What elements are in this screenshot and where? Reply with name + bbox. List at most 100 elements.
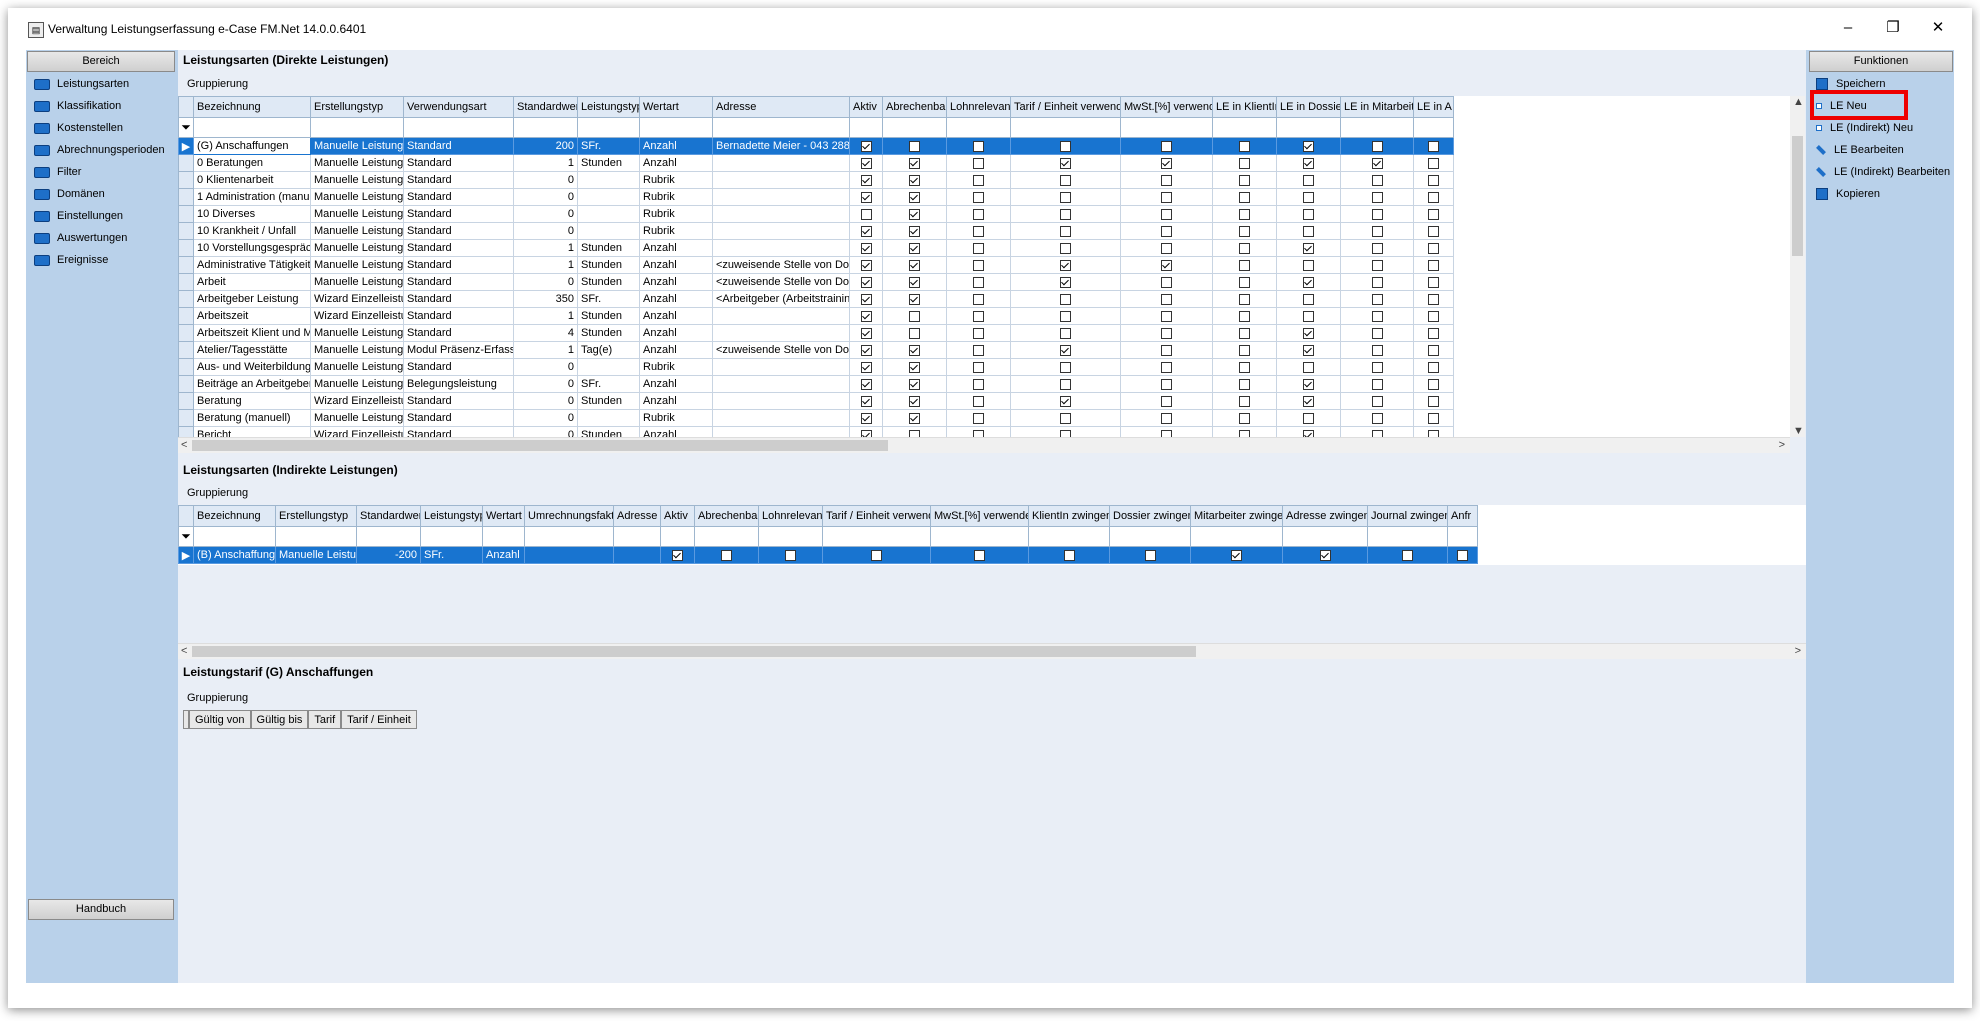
cell[interactable]: -200 (356, 546, 421, 564)
checkbox[interactable] (1371, 310, 1383, 322)
cell[interactable]: Arbeitszeit Klient und MA (193, 324, 311, 342)
checkbox[interactable] (973, 140, 984, 152)
checkbox-cell[interactable] (1212, 239, 1277, 257)
checkbox[interactable] (973, 361, 984, 373)
filter-cell[interactable] (660, 526, 695, 547)
checkbox-cell[interactable] (882, 307, 947, 325)
cell[interactable] (712, 409, 850, 427)
checkbox[interactable] (1428, 293, 1439, 305)
checkbox[interactable] (1060, 293, 1071, 305)
checkbox-cell[interactable] (1413, 324, 1454, 342)
column-header[interactable]: Bezeichnung (193, 96, 311, 118)
checkbox[interactable] (1161, 412, 1172, 424)
checkbox-cell[interactable] (1120, 137, 1213, 155)
cell[interactable]: Aus- und Weiterbildung (193, 358, 311, 376)
checkbox[interactable] (1303, 174, 1314, 186)
column-header[interactable]: Lohnrelevant (946, 96, 1011, 118)
checkbox-cell[interactable] (1340, 171, 1414, 189)
checkbox-cell[interactable] (1276, 375, 1341, 393)
checkbox[interactable] (909, 395, 920, 407)
cell[interactable]: Rubrik (639, 205, 713, 223)
checkbox-cell[interactable] (1413, 341, 1454, 359)
cell[interactable] (577, 409, 640, 427)
cell[interactable]: Stunden (577, 273, 640, 291)
cell[interactable]: Modul Präsenz-Erfassung (403, 341, 514, 359)
cell[interactable]: Tag(e) (577, 341, 640, 359)
checkbox[interactable] (860, 429, 872, 437)
checkbox-cell[interactable] (882, 171, 947, 189)
cell[interactable]: 0 (513, 171, 578, 189)
cell[interactable]: (G) Anschaffungen (193, 137, 311, 155)
column-header[interactable]: Aktiv (660, 505, 695, 527)
cell[interactable] (577, 171, 640, 189)
filter-cell[interactable] (193, 526, 276, 547)
cell[interactable] (712, 239, 850, 257)
checkbox-cell[interactable] (882, 375, 947, 393)
checkbox[interactable] (1161, 276, 1172, 288)
checkbox[interactable] (1428, 395, 1439, 407)
checkbox[interactable] (1239, 429, 1250, 437)
checkbox-cell[interactable] (1340, 358, 1414, 376)
checkbox-cell[interactable] (1276, 273, 1341, 291)
table-row[interactable]: 10 Diverses Manuelle Leistung Standard 0 Rub… (178, 205, 1454, 223)
checkbox[interactable] (1303, 310, 1314, 322)
checkbox[interactable] (1161, 157, 1172, 169)
cell[interactable]: SFr. (577, 375, 640, 393)
table-row[interactable]: Beiträge an Arbeitgeber Manuelle Leistung… (178, 375, 1454, 393)
checkbox-cell[interactable] (1340, 273, 1414, 291)
checkbox[interactable] (1161, 208, 1172, 220)
checkbox[interactable] (1239, 140, 1250, 152)
table-row[interactable]: BerichtWizard EinzelleistungStandard0Stu… (178, 426, 1454, 437)
checkbox-cell[interactable] (1276, 392, 1341, 410)
checkbox-cell[interactable] (1109, 546, 1191, 564)
filter-cell[interactable] (513, 117, 578, 138)
filter-cell[interactable] (1340, 117, 1414, 138)
cell[interactable]: Standard (403, 171, 514, 189)
cell[interactable]: Administrative Tätigkeiten (193, 256, 311, 274)
row-indicator[interactable] (178, 426, 194, 437)
cell[interactable]: Standard (403, 324, 514, 342)
handbuch-button[interactable]: Handbuch (28, 899, 174, 920)
checkbox[interactable] (1161, 191, 1172, 203)
checkbox[interactable] (860, 140, 872, 152)
cell[interactable]: 10 Krankheit / Unfall (193, 222, 311, 240)
cell[interactable]: 0 (513, 426, 578, 437)
checkbox-cell[interactable] (1276, 426, 1341, 437)
checkbox-cell[interactable] (849, 341, 883, 359)
filter-cell[interactable] (420, 526, 483, 547)
checkbox[interactable] (1303, 225, 1314, 237)
checkbox-cell[interactable] (1120, 256, 1213, 274)
cell[interactable]: 0 (513, 222, 578, 240)
checkbox[interactable] (1303, 327, 1314, 339)
cell[interactable]: Standard (403, 222, 514, 240)
cell[interactable] (577, 188, 640, 206)
checkbox-cell[interactable] (1120, 341, 1213, 359)
checkbox[interactable] (860, 157, 872, 169)
column-header[interactable]: LE in KlientIn (1212, 96, 1277, 118)
cell[interactable] (712, 392, 850, 410)
column-header[interactable]: Adresse zwingend (1282, 505, 1368, 527)
cell[interactable]: <zuweisende Stelle von Dossier> (712, 256, 850, 274)
cell[interactable]: Manuelle Leistung (310, 341, 404, 359)
checkbox-cell[interactable] (1413, 290, 1454, 308)
cell[interactable] (577, 358, 640, 376)
checkbox-cell[interactable] (849, 205, 883, 223)
checkbox[interactable] (1371, 157, 1383, 169)
checkbox-cell[interactable] (1276, 307, 1341, 325)
checkbox-cell[interactable] (1028, 546, 1110, 564)
checkbox[interactable] (1428, 412, 1439, 424)
checkbox[interactable] (672, 549, 683, 561)
checkbox[interactable] (871, 549, 882, 561)
checkbox-cell[interactable] (1120, 392, 1213, 410)
cell[interactable]: 0 (513, 392, 578, 410)
tarif-grouping[interactable]: Gruppierung (187, 692, 248, 704)
checkbox[interactable] (1161, 174, 1172, 186)
cell[interactable]: Stunden (577, 324, 640, 342)
column-header[interactable]: Abrechenbar (694, 505, 759, 527)
checkbox[interactable] (1239, 242, 1250, 254)
column-header[interactable]: Lohnrelevant (758, 505, 823, 527)
func-le-bearbeiten-button[interactable]: LE Bearbeiten (1808, 139, 1954, 161)
checkbox[interactable] (1239, 395, 1250, 407)
cell[interactable]: 350 (513, 290, 578, 308)
cell[interactable]: Anzahl (639, 239, 713, 257)
